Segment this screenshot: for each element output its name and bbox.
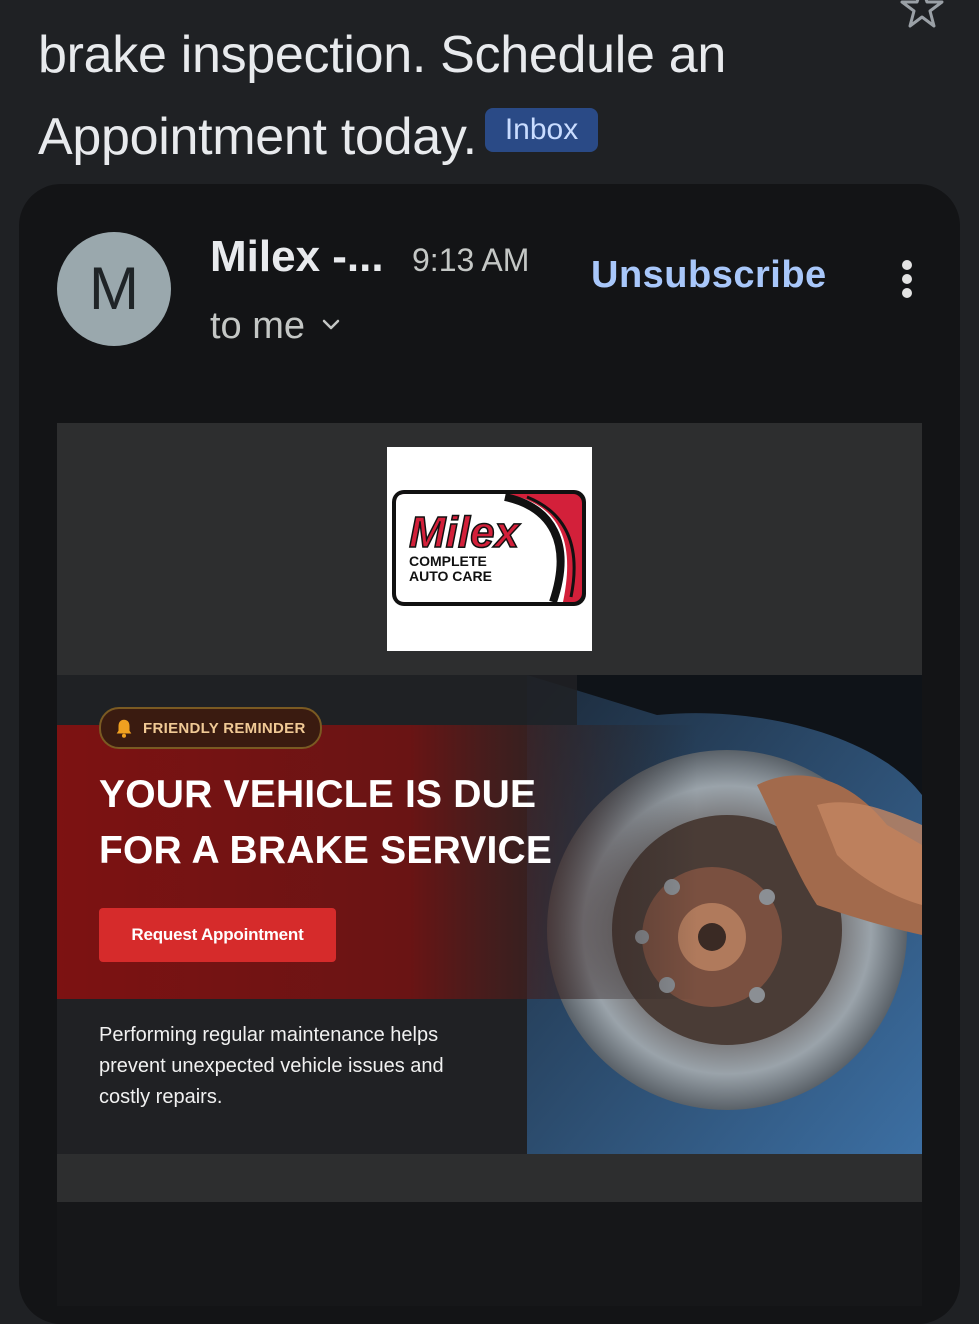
headline-line-2: FOR A BRAKE SERVICE (99, 829, 553, 872)
maintenance-body-text: Performing regular maintenance helps pre… (99, 1024, 444, 1108)
sender-name[interactable]: Milex -... (210, 232, 384, 282)
milex-logo[interactable]: Milex COMPLETE AUTO CARE (387, 447, 592, 651)
logo-band: Milex COMPLETE AUTO CARE (57, 423, 922, 675)
star-icon[interactable] (896, 0, 948, 34)
more-options-icon[interactable] (892, 256, 922, 302)
logo-line2-text: AUTO CARE (409, 568, 492, 584)
banner-headline: YOUR VEHICLE IS DUE FOR A BRAKE SERVICE (99, 767, 619, 879)
subject-text: brake inspection. Schedule an Appointmen… (38, 26, 726, 166)
logo-line1-text: COMPLETE (409, 553, 487, 569)
divider-band (57, 1154, 922, 1202)
message-time: 9:13 AM (412, 242, 530, 278)
unsubscribe-link[interactable]: Unsubscribe (591, 254, 827, 297)
recipient-toggle[interactable]: to me (210, 305, 343, 348)
headline-line-1: YOUR VEHICLE IS DUE (99, 773, 537, 816)
recipient-text: to me (210, 305, 306, 347)
friendly-reminder-badge: FRIENDLY REMINDER (99, 707, 322, 749)
email-subject: brake inspection. Schedule an Appointmen… (38, 14, 918, 178)
chevron-down-icon (322, 319, 340, 330)
logo-brand-text: Milex (409, 508, 521, 557)
sender-avatar[interactable]: M (57, 232, 171, 346)
email-body: Milex COMPLETE AUTO CARE FRIENDLY REMIND… (57, 423, 922, 1306)
request-appointment-button[interactable]: Request Appointment (99, 908, 336, 962)
brake-service-banner: FRIENDLY REMINDER YOUR VEHICLE IS DUE FO… (57, 675, 922, 1154)
inbox-label-chip[interactable]: Inbox (484, 108, 599, 153)
reminder-text: FRIENDLY REMINDER (143, 719, 306, 737)
bell-icon (116, 719, 132, 738)
